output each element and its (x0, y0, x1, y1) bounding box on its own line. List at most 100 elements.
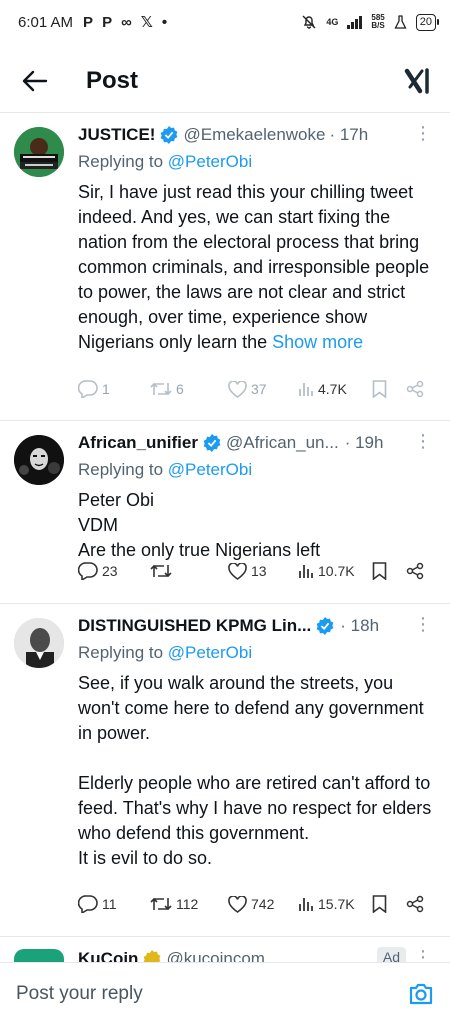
reply-tweet-2[interactable]: African_unifier @African_un... · 19h ⋮ R… (0, 421, 450, 603)
reply-button[interactable]: 23 (78, 562, 118, 580)
replying-to: Replying to @PeterObi (78, 460, 436, 484)
notification-p-icon: P (83, 13, 94, 31)
verified-badge-icon (316, 617, 334, 635)
mute-bell-icon (302, 15, 316, 29)
tweet-header: African_unifier @African_un... · 19h ⋮ (78, 431, 436, 455)
share-icon (406, 562, 424, 580)
mention-link[interactable]: @PeterObi (168, 152, 252, 171)
notification-x-icon: 𝕏 (140, 14, 153, 31)
more-options-icon[interactable]: ⋮ (414, 123, 432, 144)
tweet-header: KuCoin @kucoincom Ad ⋮ (78, 947, 436, 962)
repost-icon (150, 897, 172, 911)
like-button[interactable]: 37 (228, 380, 267, 398)
views-icon (299, 898, 313, 911)
reply-button[interactable]: 11 (78, 895, 117, 913)
more-options-icon[interactable]: ⋮ (414, 947, 432, 962)
reply-tweet-1[interactable]: JUSTICE! @Emekaelenwoke · 17h ⋮ Replying… (0, 113, 450, 423)
timestamp[interactable]: · 19h (345, 433, 384, 453)
replying-to-label: Replying to (78, 643, 168, 662)
reply-count: 1 (102, 381, 110, 397)
notification-loop-icon: ∞ (121, 13, 132, 31)
like-button[interactable]: 742 (228, 895, 275, 913)
mention-link[interactable]: @PeterObi (168, 643, 252, 662)
share-icon (406, 895, 424, 913)
avatar[interactable] (14, 435, 64, 485)
reply-icon (78, 895, 98, 913)
share-button[interactable] (406, 895, 424, 913)
tweet-header: JUSTICE! @Emekaelenwoke · 17h ⋮ (78, 123, 436, 147)
signal-icon (347, 15, 363, 29)
heart-icon (228, 380, 247, 398)
camera-icon[interactable] (408, 982, 434, 1006)
repost-count: 6 (176, 381, 184, 397)
battery-icon: 20 (415, 13, 440, 31)
network-gen: 4G (326, 17, 339, 27)
view-count: 15.7K (318, 896, 355, 912)
more-options-icon[interactable]: ⋮ (414, 431, 432, 452)
tweet-text: See, if you walk around the streets, you… (78, 673, 432, 868)
repost-icon (150, 564, 172, 578)
views-icon (299, 383, 313, 396)
views-button[interactable]: 15.7K (298, 896, 355, 912)
bookmark-button[interactable] (372, 895, 387, 913)
share-button[interactable] (406, 380, 424, 398)
like-count: 742 (251, 896, 275, 912)
ad-badge: Ad (376, 947, 406, 962)
tweet-text: Sir, I have just read this your chilling… (78, 180, 436, 355)
reply-input[interactable]: Post your reply (16, 983, 143, 1005)
repost-button[interactable] (150, 563, 176, 579)
promoted-tweet[interactable]: KuCoin @kucoincom Ad ⋮ (0, 937, 450, 962)
mention-link[interactable]: @PeterObi (168, 460, 252, 479)
views-button[interactable]: 4.7K (298, 381, 347, 397)
reply-count: 23 (102, 563, 118, 579)
reply-icon (78, 380, 98, 398)
replying-to-label: Replying to (78, 460, 168, 479)
repost-count: 112 (176, 896, 199, 912)
display-name[interactable]: DISTINGUISHED KPMG Lin... (78, 616, 311, 636)
status-time: 6:01 AM (18, 13, 74, 31)
bookmark-icon (372, 380, 387, 398)
avatar[interactable] (14, 949, 64, 962)
display-name[interactable]: JUSTICE! (78, 125, 155, 145)
repost-icon (150, 382, 172, 396)
reply-tweet-3[interactable]: DISTINGUISHED KPMG Lin... · 18h ⋮ Replyi… (0, 604, 450, 936)
page-title: Post (86, 67, 139, 94)
like-count: 13 (251, 563, 267, 579)
replying-to: Replying to @PeterObi (78, 152, 436, 176)
display-name[interactable]: KuCoin (78, 949, 138, 962)
net-speed: 585 B/S (371, 14, 384, 30)
verified-badge-icon (203, 434, 221, 452)
reply-composer: Post your reply (0, 962, 450, 1024)
share-icon (406, 380, 424, 398)
views-button[interactable]: 10.7K (298, 563, 355, 579)
bookmark-button[interactable] (372, 562, 387, 580)
timestamp[interactable]: · 17h (329, 125, 368, 145)
back-arrow-icon[interactable] (22, 70, 48, 92)
reply-button[interactable]: 1 (78, 380, 110, 398)
view-count: 4.7K (318, 381, 347, 397)
grok-logo-icon[interactable] (404, 67, 432, 95)
repost-button[interactable]: 112 (150, 896, 198, 912)
handle[interactable]: @Emekaelenwoke (183, 125, 325, 145)
heart-icon (228, 562, 247, 580)
avatar[interactable] (14, 127, 64, 177)
tweet-header: DISTINGUISHED KPMG Lin... · 18h ⋮ (78, 614, 436, 638)
like-button[interactable]: 13 (228, 562, 267, 580)
timestamp[interactable]: · 18h (340, 616, 379, 636)
replying-to-label: Replying to (78, 152, 168, 171)
bookmark-icon (372, 562, 387, 580)
flask-icon (394, 14, 407, 29)
repost-button[interactable]: 6 (150, 381, 184, 397)
reply-icon (78, 562, 98, 580)
display-name[interactable]: African_unifier (78, 433, 198, 453)
bookmark-icon (372, 895, 387, 913)
bookmark-button[interactable] (372, 380, 387, 398)
handle[interactable]: @African_un... (226, 433, 339, 453)
avatar[interactable] (14, 618, 64, 668)
show-more-link[interactable]: Show more (272, 332, 363, 352)
tweet-body: Sir, I have just read this your chilling… (78, 182, 430, 352)
share-button[interactable] (406, 562, 424, 580)
handle[interactable]: @kucoincom (166, 949, 265, 962)
notification-dot-icon: • (161, 13, 168, 31)
more-options-icon[interactable]: ⋮ (414, 614, 432, 635)
